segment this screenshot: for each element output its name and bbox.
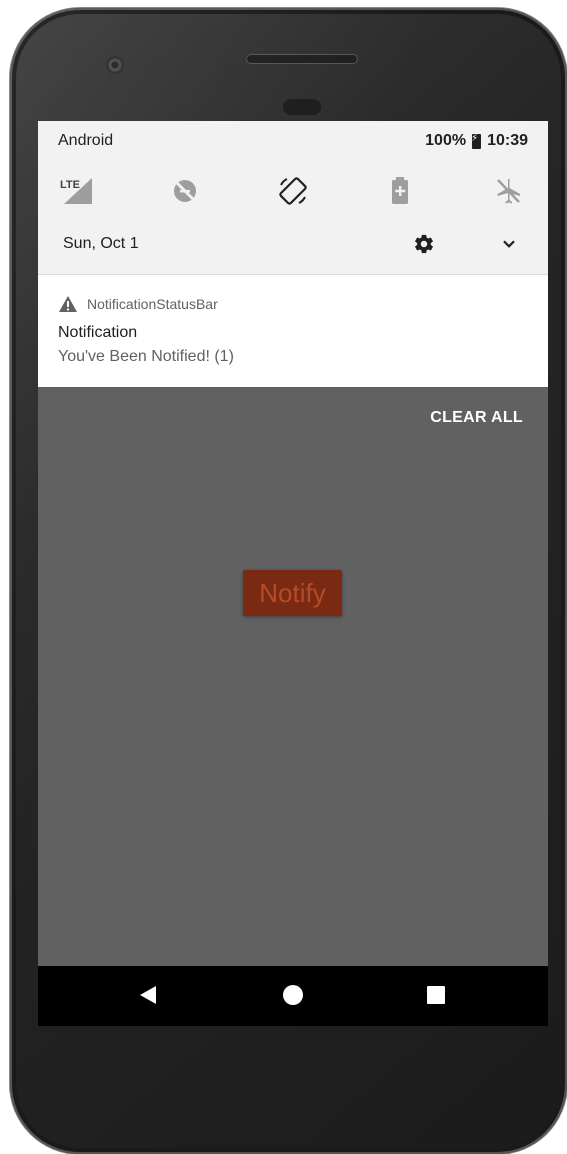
lte-label: LTE <box>60 179 80 191</box>
notification-text: You've Been Notified! (1) <box>58 348 234 365</box>
clear-all-button[interactable]: CLEAR ALL <box>430 409 523 427</box>
battery-saver-icon <box>392 177 408 204</box>
warning-icon <box>59 296 77 312</box>
auto-rotate-icon <box>279 177 307 205</box>
notify-button[interactable]: Notify <box>243 570 342 616</box>
lte-signal-tile[interactable]: LTE <box>56 171 96 211</box>
expand-chevron-icon[interactable] <box>498 233 520 255</box>
battery-percent: 100% <box>425 132 467 149</box>
notification-header: NotificationStatusBar <box>58 295 218 313</box>
quick-settings-footer: Sun, Oct 1 <box>38 229 548 259</box>
data-saver-icon <box>174 180 196 202</box>
lte-signal-icon: LTE <box>60 178 92 204</box>
status-right: 100% 10:39 <box>425 132 528 150</box>
home-icon[interactable] <box>283 985 303 1005</box>
navigation-bar <box>38 966 548 1026</box>
back-icon[interactable] <box>140 986 156 1004</box>
clock: 10:39 <box>487 132 528 149</box>
screen: Android 100% 10:39 LTE <box>38 121 548 1026</box>
notification-app-name: NotificationStatusBar <box>87 296 218 312</box>
status-bar: Android 100% 10:39 <box>58 132 528 154</box>
date-label: Sun, Oct 1 <box>63 235 139 252</box>
proximity-sensor <box>283 99 321 115</box>
quick-settings-tiles: LTE <box>38 171 548 211</box>
battery-charging-icon <box>471 133 482 149</box>
auto-rotate-tile[interactable] <box>273 171 313 211</box>
airplane-mode-tile[interactable] <box>488 171 528 211</box>
battery-saver-tile[interactable] <box>380 171 420 211</box>
recents-icon[interactable] <box>427 986 445 1004</box>
notification-title: Notification <box>58 324 138 341</box>
data-saver-tile[interactable] <box>165 171 205 211</box>
carrier-name: Android <box>58 132 114 149</box>
earpiece-speaker <box>246 54 358 64</box>
airplane-mode-icon <box>497 179 520 204</box>
settings-gear-icon[interactable] <box>413 233 435 255</box>
front-camera <box>106 56 124 74</box>
quick-settings-panel: Android 100% 10:39 LTE <box>38 121 548 275</box>
notification-card[interactable]: NotificationStatusBar Notification You'v… <box>38 275 548 387</box>
